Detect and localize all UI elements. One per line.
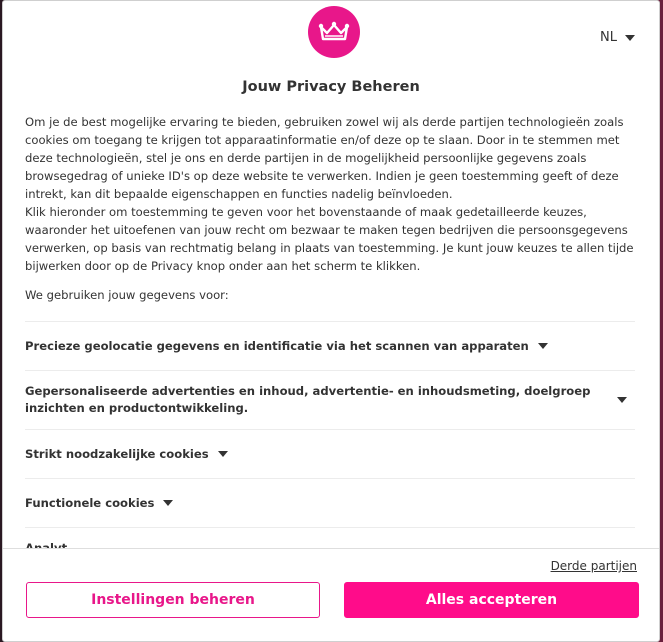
manage-settings-button[interactable]: Instellingen beheren [26, 582, 320, 618]
uses-heading: We gebruiken jouw gegevens voor: [25, 286, 635, 322]
purpose-label: Gepersonaliseerde advertenties en inhoud… [25, 384, 591, 415]
accept-all-button[interactable]: Alles accepteren [344, 582, 639, 618]
modal-content: Om je de best mogelijke ervaring te bied… [25, 113, 635, 548]
intro-paragraph-2: Klik hieronder om toestemming te geven v… [25, 205, 634, 273]
caret-down-icon [163, 500, 174, 506]
purpose-personalised-ads[interactable]: Gepersonaliseerde advertenties en inhoud… [25, 371, 635, 430]
caret-down-icon [625, 34, 635, 41]
caret-down-icon [537, 343, 548, 349]
intro-paragraph-1: Om je de best mogelijke ervaring te bied… [25, 115, 624, 201]
language-label: NL [600, 30, 617, 45]
purpose-strictly-necessary[interactable]: Strikt noodzakelijke cookies [25, 430, 635, 479]
purpose-label: Functionele cookies [25, 495, 155, 510]
third-parties-link[interactable]: Derde partijen [551, 559, 637, 573]
language-selector[interactable]: NL [600, 30, 635, 45]
privacy-modal: NL Jouw Privacy Beheren Om je de best mo… [2, 0, 660, 642]
caret-down-icon [617, 397, 627, 403]
purpose-functional[interactable]: Functionele cookies [25, 479, 635, 528]
intro-text: Om je de best mogelijke ervaring te bied… [25, 113, 635, 275]
caret-down-icon [217, 451, 228, 457]
purpose-analytics[interactable]: Analyt... [25, 528, 635, 548]
purpose-label: Precieze geolocatie gegevens en identifi… [25, 338, 529, 353]
modal-title: Jouw Privacy Beheren [242, 79, 420, 95]
crown-logo-icon [308, 6, 360, 58]
purpose-geolocation[interactable]: Precieze geolocatie gegevens en identifi… [25, 322, 635, 371]
footer-divider [3, 548, 659, 549]
purpose-label: Analyt... [25, 541, 81, 548]
purpose-label: Strikt noodzakelijke cookies [25, 446, 209, 461]
